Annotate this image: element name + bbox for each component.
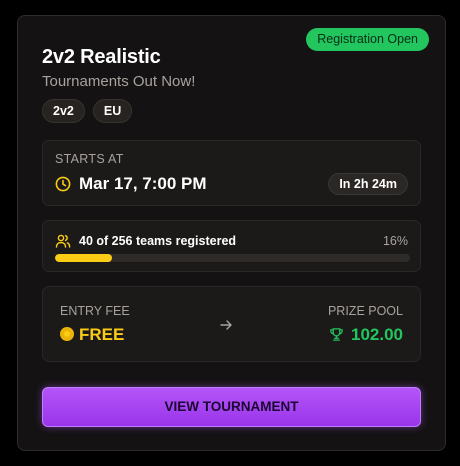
tournament-title: 2v2 Realistic (42, 46, 161, 68)
fee-prize-panel: ENTRY FEE FREE PRIZE POOL 102.00 (42, 286, 421, 362)
trophy-icon (330, 328, 343, 341)
registration-panel: 40 of 256 teams registered 16% (42, 220, 421, 272)
clock-icon (55, 176, 71, 192)
starts-at-label: STARTS AT (55, 152, 124, 166)
registered-count: 40 of 256 teams registered (79, 234, 237, 248)
coin-icon (60, 327, 74, 341)
view-tournament-button[interactable]: VIEW TOURNAMENT (42, 387, 421, 427)
tag-region: EU (92, 99, 133, 123)
registration-status-badge: Registration Open (306, 28, 429, 51)
users-icon (55, 234, 71, 248)
entry-fee-label: ENTRY FEE (60, 304, 130, 318)
start-time-panel: STARTS AT Mar 17, 7:00 PM In 2h 24m (42, 140, 421, 206)
registration-progress-fill (55, 254, 112, 262)
prize-pool-label: PRIZE POOL (327, 304, 403, 318)
start-date: Mar 17, 7:00 PM (79, 174, 207, 193)
tournament-card: Registration Open 2v2 Realistic Tourname… (17, 15, 446, 451)
tag-list: 2v2 EU (42, 99, 133, 123)
registered-percent: 16% (382, 234, 408, 248)
tag-mode: 2v2 (42, 99, 85, 123)
registration-progress-bar (55, 254, 410, 262)
countdown-badge: In 2h 24m (328, 173, 408, 195)
entry-fee-value: FREE (79, 325, 125, 344)
tournament-subtitle: Tournaments Out Now! (42, 73, 196, 90)
arrow-right-icon (220, 320, 232, 330)
prize-pool-value: 102.00 (351, 325, 403, 344)
